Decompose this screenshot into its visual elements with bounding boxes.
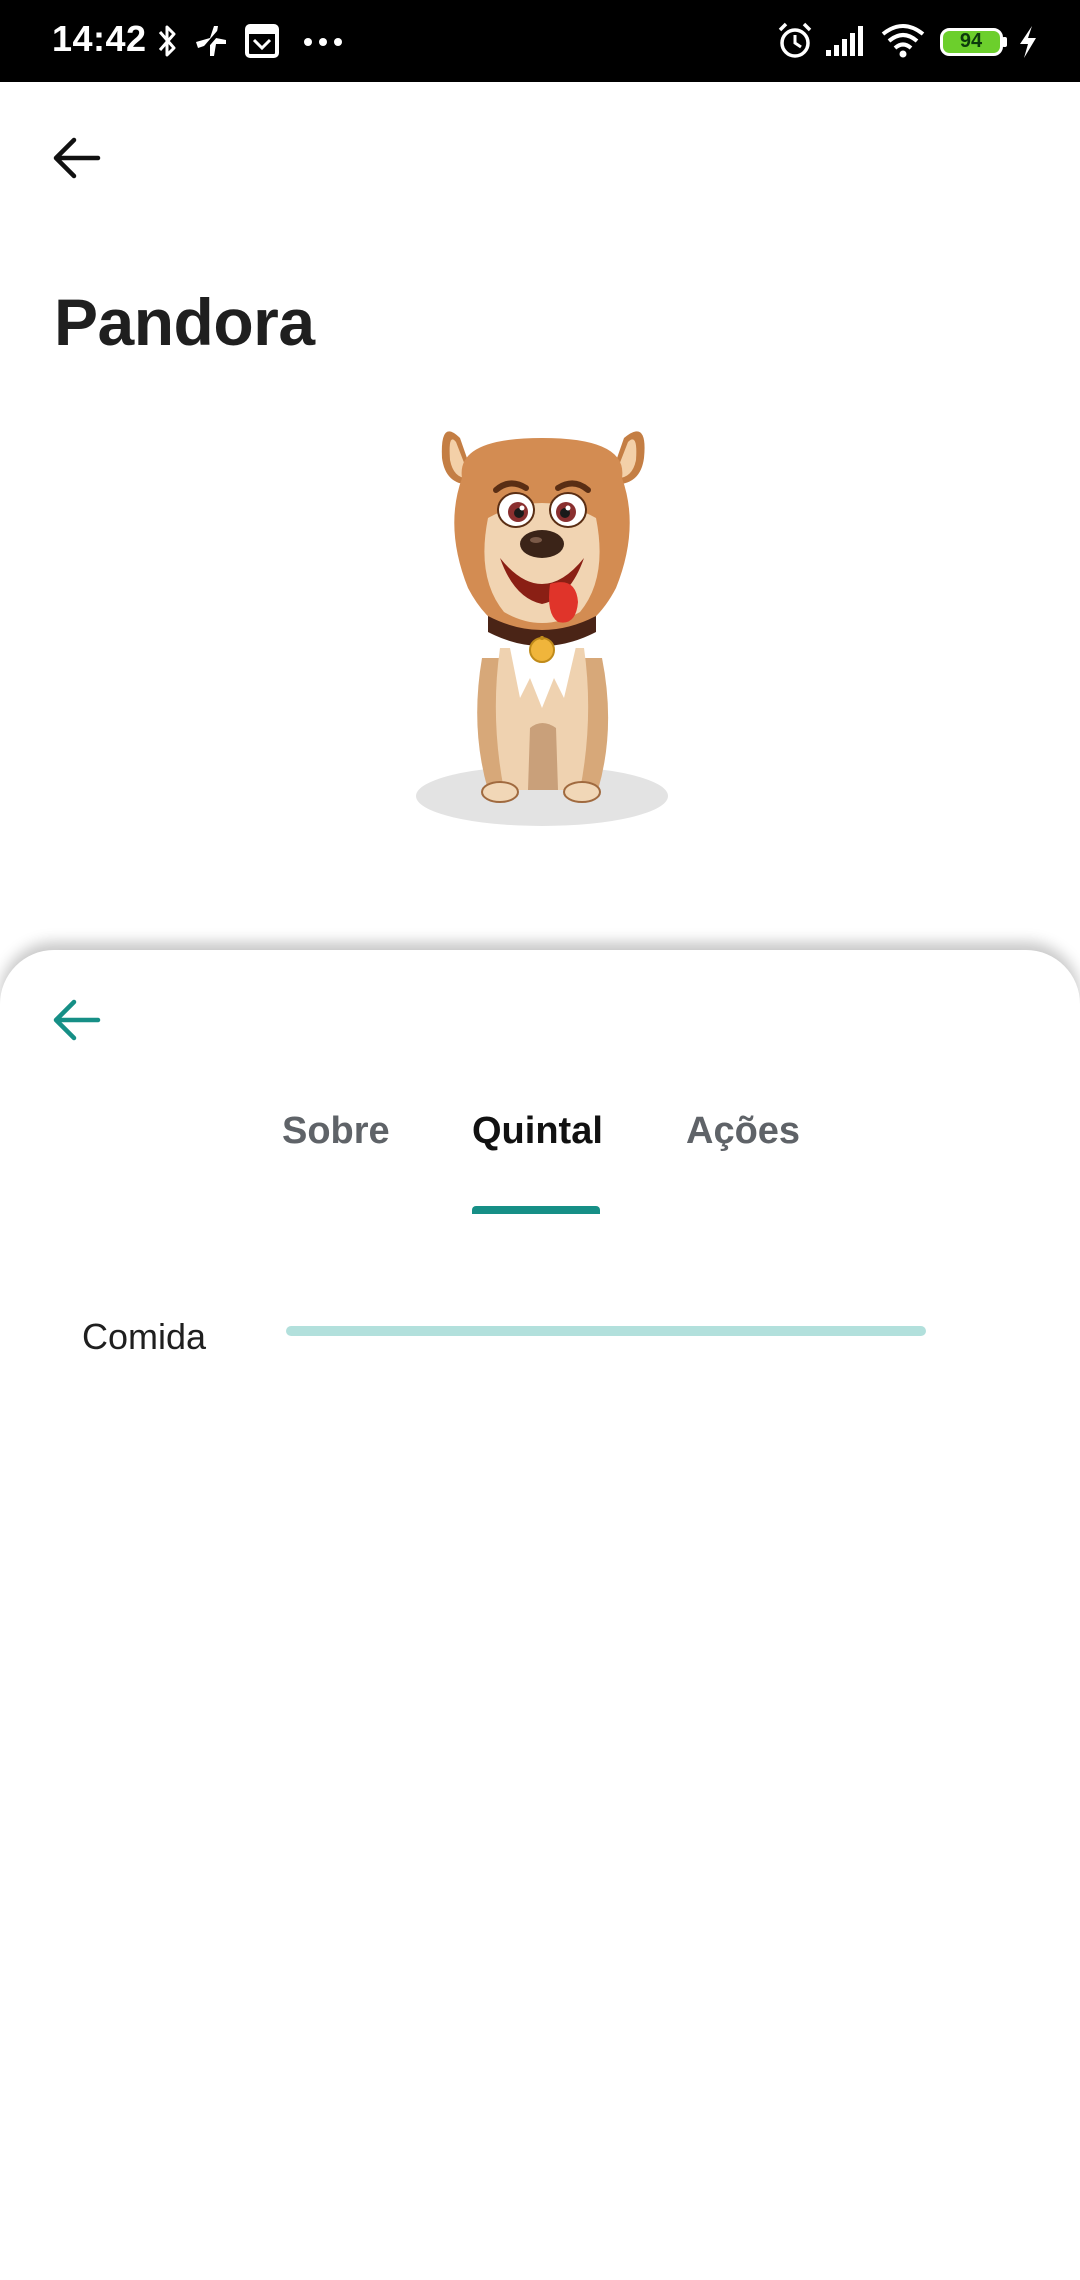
alarm-icon xyxy=(778,22,812,58)
wifi-icon xyxy=(881,24,925,58)
tab-acoes[interactable]: Ações xyxy=(686,1110,800,1153)
sheet-back-arrow-icon[interactable] xyxy=(50,992,106,1048)
status-time: 14:42 xyxy=(52,18,147,59)
bluetooth-icon xyxy=(158,25,176,57)
battery-icon: 94 xyxy=(940,28,1008,56)
battery-level: 94 xyxy=(959,30,983,52)
charging-icon xyxy=(1020,26,1036,58)
airplane-off-icon xyxy=(196,24,226,58)
bottom-sheet: Sobre Quintal Ações Comida xyxy=(0,950,1080,2280)
pet-name: Pandora xyxy=(54,285,315,359)
stat-label: Comida xyxy=(82,1316,207,1357)
tab-quintal[interactable]: Quintal xyxy=(472,1110,603,1153)
stat-row-comida: Comida xyxy=(0,1310,1080,1370)
back-arrow-icon[interactable] xyxy=(50,130,106,186)
tab-sobre[interactable]: Sobre xyxy=(282,1110,390,1153)
tab-bar: Sobre Quintal Ações xyxy=(0,1110,1080,1166)
more-dots-icon xyxy=(304,38,342,46)
pet-avatar-dog xyxy=(416,431,668,826)
signal-icon xyxy=(826,26,863,56)
comida-progress-bar xyxy=(286,1326,926,1336)
calendar-icon xyxy=(245,24,279,58)
status-bar: 14:42 94 xyxy=(0,0,1080,82)
active-tab-indicator xyxy=(472,1206,600,1214)
